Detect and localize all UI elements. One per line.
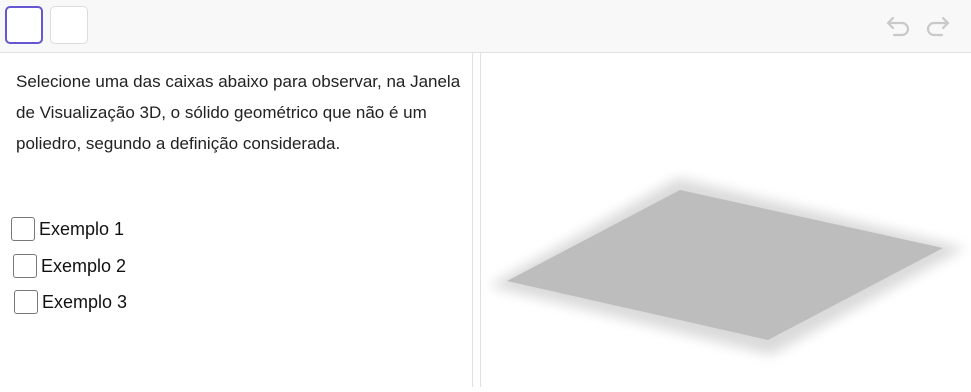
checkbox-box[interactable]: [13, 254, 37, 278]
checkbox-box[interactable]: [14, 290, 38, 314]
checkbox-label: Exemplo 3: [42, 291, 128, 312]
checkbox-box[interactable]: [11, 217, 35, 241]
panel-divider[interactable]: [472, 53, 481, 387]
algebra-panel: Selecione uma das caixas abaixo para obs…: [0, 53, 472, 387]
checkbox-exemplo-3[interactable]: Exemplo 3: [14, 289, 127, 315]
3d-graphics-view[interactable]: [481, 53, 971, 387]
xy-plane[interactable]: [507, 190, 943, 340]
redo-icon[interactable]: [922, 13, 952, 39]
instructions-text: Selecione uma das caixas abaixo para obs…: [16, 72, 461, 153]
3d-canvas[interactable]: [481, 53, 971, 387]
checkbox-label: Exemplo 1: [39, 218, 125, 239]
checkbox-exemplo-1[interactable]: Exemplo 1: [11, 216, 124, 242]
tool-button-1[interactable]: [5, 6, 43, 44]
checkbox-exemplo-2[interactable]: Exemplo 2: [13, 253, 126, 279]
checkbox-label: Exemplo 2: [41, 255, 127, 276]
undo-icon[interactable]: [884, 13, 914, 39]
tool-button-2[interactable]: [50, 6, 88, 44]
toolbar: [0, 0, 971, 53]
